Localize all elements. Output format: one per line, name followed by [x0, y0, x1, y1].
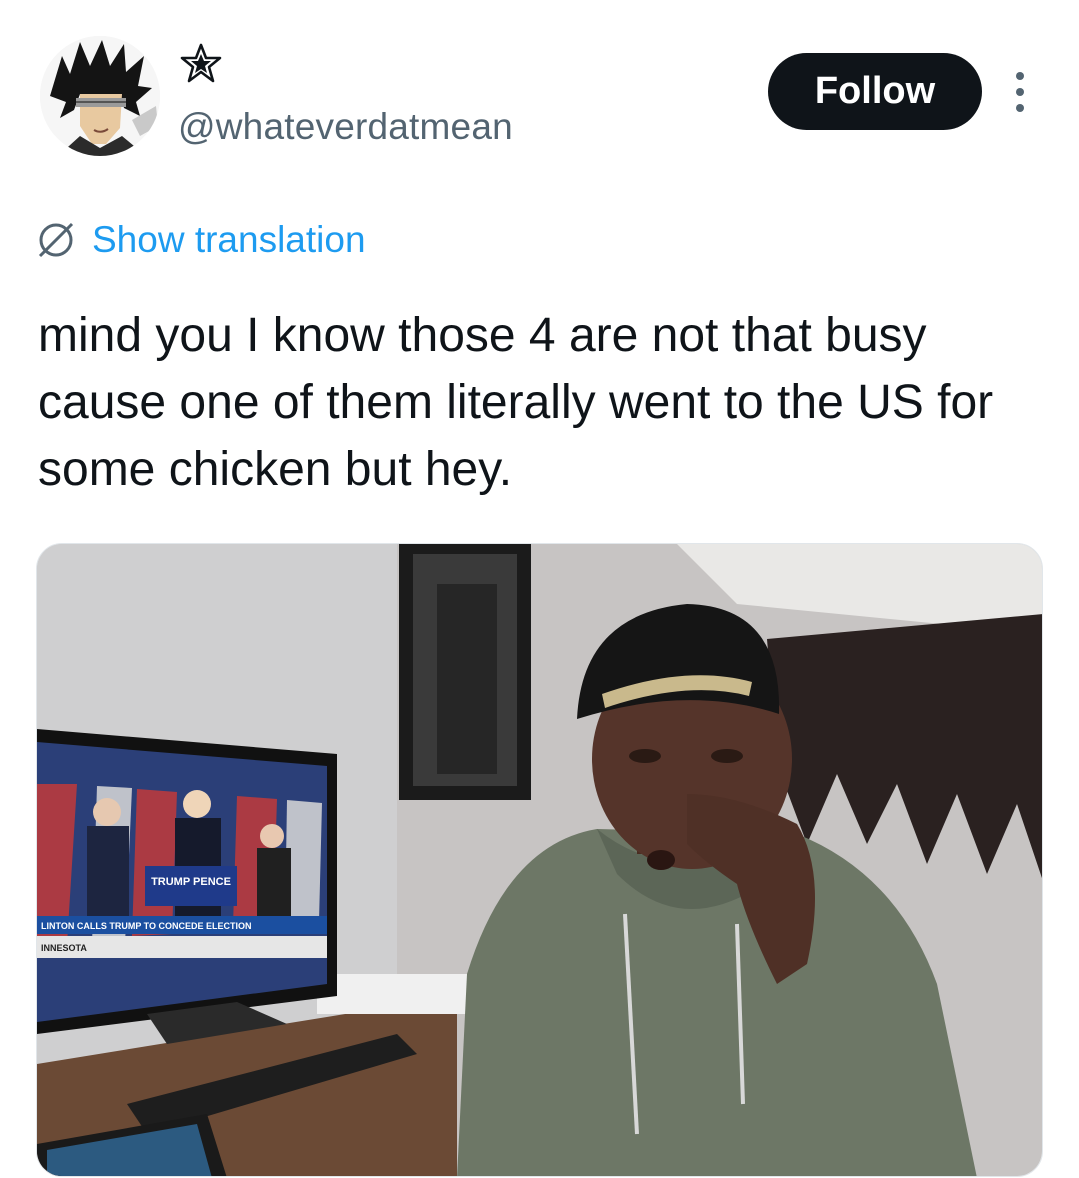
tweet-text: mind you I know those 4 are not that bus… [38, 309, 994, 496]
tv-state-label: INNESOTA [41, 943, 87, 953]
show-translation-label: Show translation [92, 219, 366, 260]
globe-icon [38, 222, 74, 258]
tweet-media-image[interactable]: TRUMP PENCE LINTON CALLS TRUMP TO CONCED… [36, 543, 1043, 1177]
avatar[interactable] [40, 36, 160, 156]
user-handle[interactable]: @whateverdatmean [178, 106, 513, 148]
media-photo: TRUMP PENCE LINTON CALLS TRUMP TO CONCED… [37, 544, 1042, 1176]
follow-button[interactable]: Follow [768, 53, 982, 130]
more-vertical-icon[interactable] [1010, 70, 1030, 114]
show-translation-link[interactable]: Show translation [34, 218, 366, 262]
anime-character-avatar-icon [40, 36, 160, 156]
tv-podium-caption: TRUMP PENCE [151, 876, 231, 888]
tv-ticker: LINTON CALLS TRUMP TO CONCEDE ELECTION [41, 921, 252, 931]
star-icon [180, 43, 222, 83]
